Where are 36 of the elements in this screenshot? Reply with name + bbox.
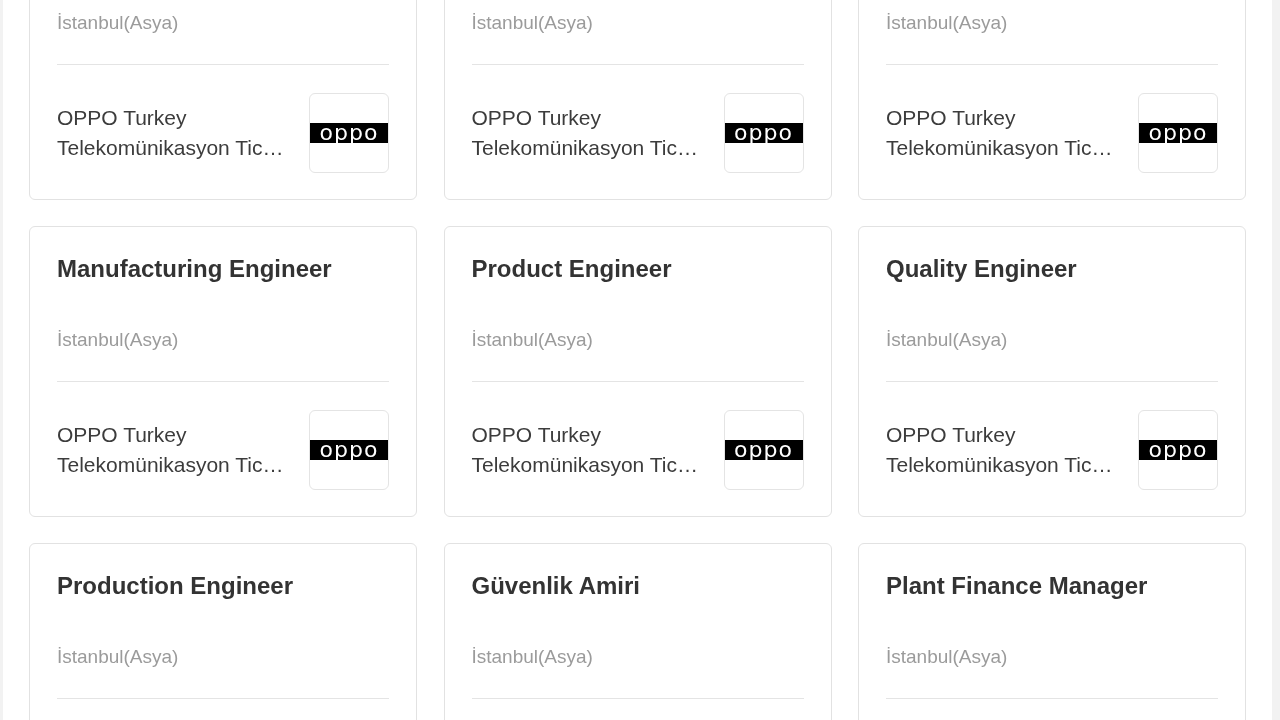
company-name: OPPO Turkey Telekomünikasyon Tic… bbox=[471, 105, 699, 161]
company-name: OPPO Turkey Telekomünikasyon Tic… bbox=[471, 422, 699, 478]
job-location: İstanbul(Asya) bbox=[471, 11, 593, 35]
job-card[interactable]: Plant Finance Manager İstanbul(Asya) bbox=[858, 543, 1246, 720]
company-logo: oppo bbox=[1138, 410, 1218, 490]
job-location: İstanbul(Asya) bbox=[471, 645, 593, 669]
job-location: İstanbul(Asya) bbox=[886, 645, 1008, 669]
job-title: Plant Finance Manager bbox=[886, 571, 1148, 600]
company-name: OPPO Turkey Telekomünikasyon Tic… bbox=[57, 105, 285, 161]
job-location: İstanbul(Asya) bbox=[57, 328, 179, 352]
job-title: Güvenlik Amiri bbox=[471, 571, 640, 600]
job-card[interactable]: Product Engineer İstanbul(Asya) OPPO Turkey Telekomünikasyon Tic… oppo bbox=[443, 226, 832, 517]
job-location: İstanbul(Asya) bbox=[57, 11, 179, 35]
company-logo: oppo bbox=[1138, 93, 1218, 173]
job-location: İstanbul(Asya) bbox=[471, 328, 593, 352]
company-name: OPPO Turkey Telekomünikasyon Tic… bbox=[886, 105, 1114, 161]
job-title: Manufacturing Engineer bbox=[57, 254, 332, 283]
company-name: OPPO Turkey Telekomünikasyon Tic… bbox=[57, 422, 285, 478]
job-card[interactable]: İstanbul(Asya) OPPO Turkey Telekomünikasyon Tic… oppo bbox=[29, 0, 417, 200]
job-card[interactable]: İstanbul(Asya) OPPO Turkey Telekomünikasyon Tic… oppo bbox=[443, 0, 832, 200]
company-name: OPPO Turkey Telekomünikasyon Tic… bbox=[886, 422, 1114, 478]
job-location: İstanbul(Asya) bbox=[57, 645, 179, 669]
job-card[interactable]: Güvenlik Amiri İstanbul(Asya) bbox=[443, 543, 832, 720]
company-logo: oppo bbox=[723, 93, 804, 173]
job-card[interactable]: Production Engineer İstanbul(Asya) bbox=[29, 543, 417, 720]
job-card[interactable]: Quality Engineer İstanbul(Asya) OPPO Turkey Telekomünikasyon Tic… oppo bbox=[858, 226, 1246, 517]
job-location: İstanbul(Asya) bbox=[886, 11, 1008, 35]
company-logo: oppo bbox=[309, 410, 389, 490]
job-card[interactable]: İstanbul(Asya) OPPO Turkey Telekomünikasyon Tic… oppo bbox=[858, 0, 1246, 200]
company-logo: oppo bbox=[309, 93, 389, 173]
job-title: Quality Engineer bbox=[886, 254, 1077, 283]
job-title: Product Engineer bbox=[471, 254, 672, 283]
job-card[interactable]: Manufacturing Engineer İstanbul(Asya) OPPO Turkey Telekomünikasyon Tic… oppo bbox=[29, 226, 417, 517]
job-location: İstanbul(Asya) bbox=[886, 328, 1008, 352]
job-title: Production Engineer bbox=[57, 571, 293, 600]
company-logo: oppo bbox=[723, 410, 804, 490]
